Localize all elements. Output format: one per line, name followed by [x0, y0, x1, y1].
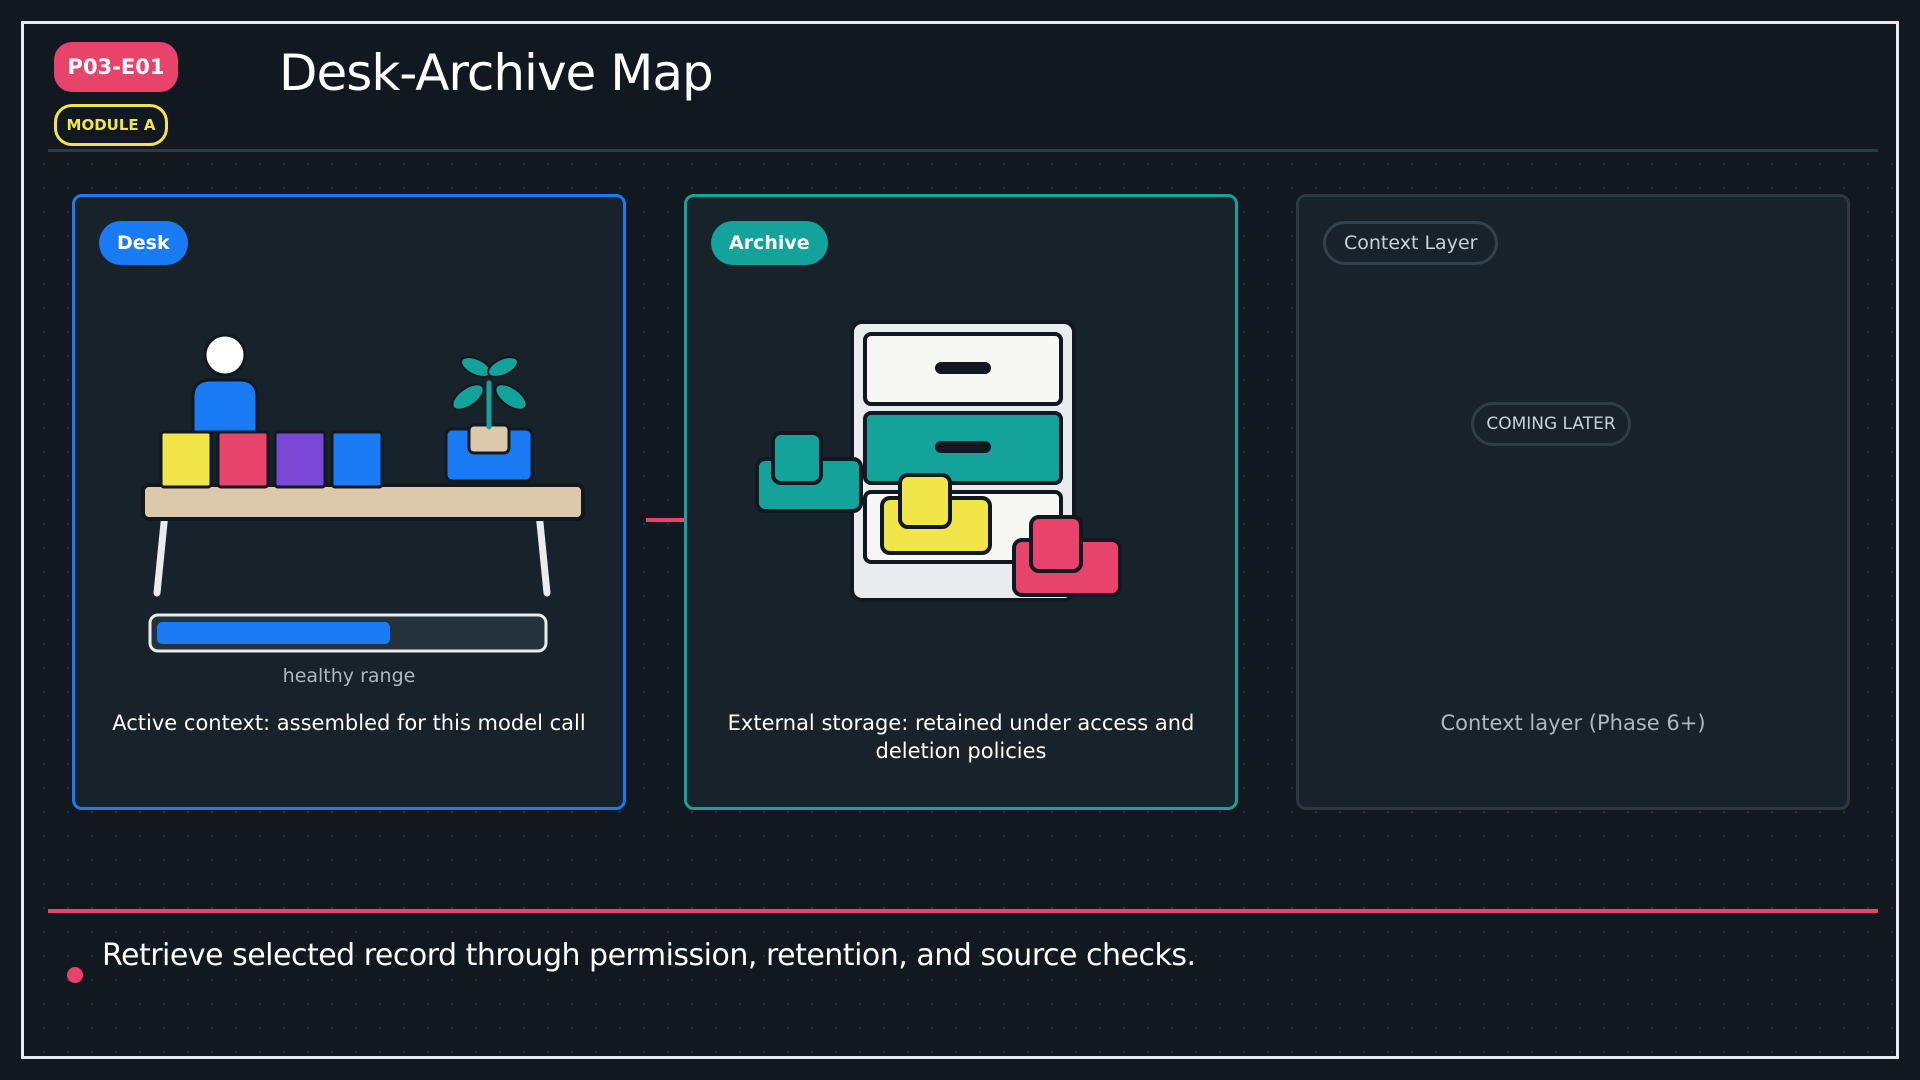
archive-panel: Archive External storage: retained under…	[684, 194, 1238, 810]
context-usage-bar	[148, 613, 548, 653]
archive-caption: External storage: retained under access …	[727, 711, 1195, 763]
red-block	[216, 430, 270, 489]
folder-icon	[755, 431, 863, 513]
desk-icon	[141, 483, 585, 597]
progress-label: healthy range	[282, 665, 416, 687]
plant-icon	[444, 356, 534, 483]
context-usage-fill	[157, 622, 391, 644]
footer-bullet-text: Retrieve selected record through permiss…	[102, 938, 1196, 973]
footer-divider	[48, 909, 1878, 913]
context-layer-chip: Context Layer	[1323, 221, 1499, 265]
folder-icon	[1012, 515, 1122, 597]
episode-id-badge: P03-E01	[54, 42, 178, 92]
slide-frame: P03-E01 MODULE A Desk-Archive Map Desk h…	[21, 21, 1899, 1059]
header: P03-E01 MODULE A Desk-Archive Map	[24, 24, 1896, 152]
module-badge: MODULE A	[54, 104, 168, 146]
blue-block	[330, 430, 384, 489]
page-title: Desk-Archive Map	[279, 44, 714, 102]
context-layer-panel: Context Layer COMING LATER Context layer…	[1296, 194, 1850, 810]
desk-panel: Desk healthy range Active context: assem…	[72, 194, 626, 810]
desk-caption: Active context: assembled for this model…	[112, 711, 586, 735]
context-caption: Context layer (Phase 6+)	[1440, 711, 1706, 735]
purple-block	[273, 430, 327, 489]
yellow-block	[159, 430, 213, 489]
bullet-dot	[67, 967, 83, 983]
coming-later-badge: COMING LATER	[1471, 402, 1631, 446]
person-icon	[191, 333, 259, 434]
header-divider	[48, 149, 1878, 152]
